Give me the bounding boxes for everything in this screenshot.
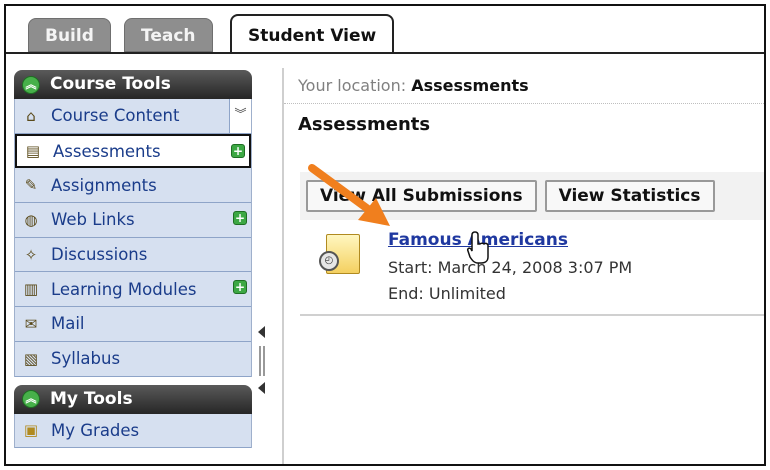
syllabus-icon: ▧ bbox=[23, 349, 39, 368]
sidebar-item-label: My Grades bbox=[51, 420, 140, 440]
sidebar-item-label: Assessments bbox=[53, 141, 161, 161]
annotation-arrow-icon bbox=[308, 164, 390, 226]
tab-divider bbox=[6, 52, 764, 54]
sidebar-item-assignments[interactable]: ✎ Assignments bbox=[15, 168, 251, 204]
home-icon: ⌂ bbox=[26, 106, 36, 125]
my-tools-list: ▣ My Grades bbox=[14, 413, 252, 449]
hand-pointer-icon bbox=[467, 231, 489, 264]
add-icon[interactable]: + bbox=[233, 280, 247, 295]
main-content: Your location: Assessments Assessments V… bbox=[282, 68, 764, 464]
sidebar-item-label: Mail bbox=[51, 314, 85, 334]
grades-icon: ▣ bbox=[23, 421, 39, 440]
app-frame: Build Teach Student View ︽ Course Tools … bbox=[4, 4, 766, 466]
my-tools-header[interactable]: ︽ My Tools bbox=[14, 384, 252, 414]
sidebar-item-syllabus[interactable]: ▧ Syllabus bbox=[15, 341, 251, 377]
course-tools-list: ⌂ Course Content ︾ ▤ Assessments + ✎ Ass… bbox=[14, 99, 252, 377]
sidebar-item-discussions[interactable]: ✧ Discussions bbox=[15, 237, 251, 273]
page-title: Assessments bbox=[298, 114, 431, 135]
sidebar-item-label: Course Content bbox=[51, 106, 180, 126]
mail-icon: ✉ bbox=[24, 314, 38, 333]
sidebar-item-label: Assignments bbox=[51, 175, 157, 195]
collapse-chevron-icon: ︽ bbox=[22, 390, 40, 408]
breadcrumb-label: Your location: bbox=[298, 76, 407, 95]
timed-assessment-icon: ◴ bbox=[319, 234, 360, 274]
breadcrumb: Your location: Assessments bbox=[284, 68, 764, 104]
clock-icon: ◴ bbox=[319, 251, 339, 271]
assessment-end: End: Unlimited bbox=[388, 284, 506, 303]
sidebar-item-my-grades[interactable]: ▣ My Grades bbox=[15, 413, 251, 449]
pushpin-icon: ✧ bbox=[24, 245, 38, 264]
sidebar-item-label: Web Links bbox=[51, 210, 135, 230]
sidebar-item-label: Learning Modules bbox=[51, 279, 197, 299]
sidebar-item-course-content[interactable]: ⌂ Course Content ︾ bbox=[15, 99, 251, 134]
assessment-item: ◴ Famous Americans Start: March 24, 2008… bbox=[300, 220, 764, 316]
sidebar-item-learning-modules[interactable]: ▥ Learning Modules + bbox=[15, 272, 251, 308]
sidebar-item-label: Syllabus bbox=[51, 349, 121, 369]
collapse-chevron-icon: ︽ bbox=[22, 75, 40, 94]
globe-icon: ◍ bbox=[24, 210, 38, 229]
course-tools-header[interactable]: ︽ Course Tools bbox=[14, 70, 252, 99]
add-icon[interactable]: + bbox=[231, 143, 245, 158]
breadcrumb-current: Assessments bbox=[411, 76, 529, 95]
assessment-start: Start: March 24, 2008 3:07 PM bbox=[388, 258, 633, 277]
view-statistics-button[interactable]: View Statistics bbox=[544, 180, 715, 212]
sidebar-item-web-links[interactable]: ◍ Web Links + bbox=[15, 203, 251, 238]
tab-bar: Build Teach Student View bbox=[6, 6, 764, 54]
sidebar-collapse-handle[interactable] bbox=[255, 324, 269, 398]
course-tools-title: Course Tools bbox=[50, 74, 171, 94]
sidebar-item-mail[interactable]: ✉ Mail bbox=[15, 307, 251, 342]
assignment-icon: ✎ bbox=[24, 176, 38, 195]
tools-sidebar: ︽ Course Tools ⌂ Course Content ︾ ▤ Asse… bbox=[14, 70, 252, 449]
sidebar-item-assessments[interactable]: ▤ Assessments + bbox=[15, 133, 251, 169]
module-icon: ▥ bbox=[23, 280, 39, 299]
tab-build[interactable]: Build bbox=[28, 18, 111, 52]
assessment-icon: ▤ bbox=[25, 142, 41, 161]
tab-teach[interactable]: Teach bbox=[124, 18, 213, 52]
add-icon[interactable]: + bbox=[233, 211, 247, 226]
my-tools-title: My Tools bbox=[50, 388, 133, 409]
tab-student-view[interactable]: Student View bbox=[230, 14, 395, 54]
expand-chevron-icon[interactable]: ︾ bbox=[229, 99, 251, 133]
sidebar-item-label: Discussions bbox=[51, 245, 148, 265]
